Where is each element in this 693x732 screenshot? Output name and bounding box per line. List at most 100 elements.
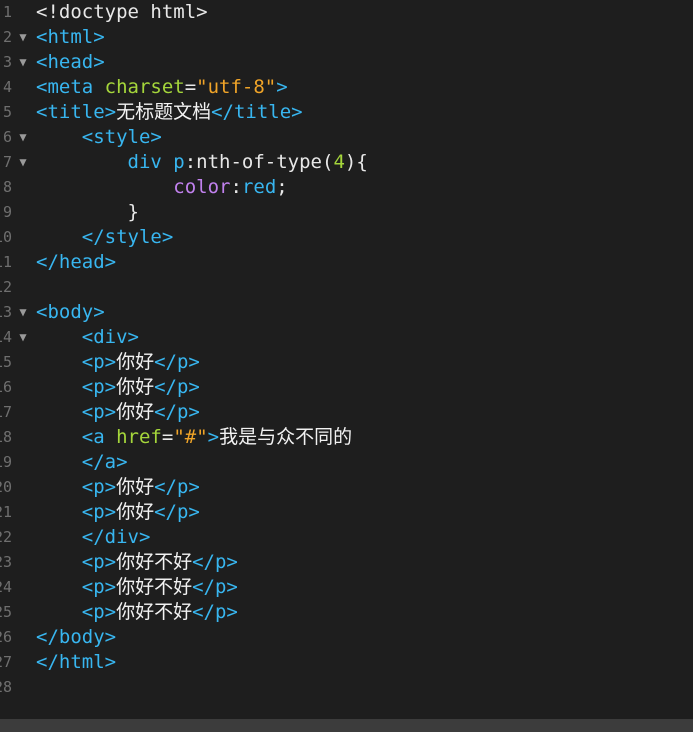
line-number: 21 [0,503,12,521]
code-lines[interactable]: 1 <!doctype html> 2 ▼ <html> 3 ▼ <head> 4 <meta c… [0,0,693,700]
line-number-gutter: 16 [0,375,14,400]
code-token-cjk: 无标题文档 [116,101,212,123]
code-line[interactable]: 19 </a> [0,450,693,475]
fold-arrow-icon[interactable]: ▼ [14,325,32,350]
code-token-tag: > [207,426,220,448]
code-token-tag: </body> [36,626,117,648]
code-token-cjk: 你好不好 [116,601,193,623]
line-number: 15 [0,353,12,371]
code-token-tag: <p> [81,601,117,623]
code-line[interactable]: 22 </div> [0,525,693,550]
code-text: <meta charset="utf-8"> [36,75,288,100]
code-line[interactable]: 15 <p>你好</p> [0,350,693,375]
code-line[interactable]: 4 <meta charset="utf-8"> [0,75,693,100]
code-line[interactable]: 11 </head> [0,250,693,275]
code-line[interactable]: 3 ▼ <head> [0,50,693,75]
code-text: </html> [36,650,116,675]
code-line[interactable]: 5 <title>无标题文档</title> [0,100,693,125]
code-line[interactable]: 2 ▼ <html> [0,25,693,50]
horizontal-scrollbar[interactable] [0,719,693,732]
line-number-gutter: 9 [0,200,14,225]
code-token-attr: charset [104,76,185,98]
code-line[interactable]: 18 <a href="#">我是与众不同的 [0,425,693,450]
line-number: 26 [0,628,12,646]
fold-arrow-icon[interactable]: ▼ [14,50,32,75]
code-text: <div> [36,325,139,350]
code-text: <p>你好不好</p> [36,550,238,575]
code-token-sel: div p [127,151,185,173]
code-line[interactable]: 26 </body> [0,625,693,650]
code-token-tag: <p> [81,501,117,523]
code-token-tag: > [276,76,288,98]
line-number-gutter: 4 [0,75,14,100]
code-line[interactable]: 21 <p>你好</p> [0,500,693,525]
line-number-gutter: 21 [0,500,14,525]
line-number: 8 [2,178,12,196]
code-token-tag: </p> [154,351,200,373]
code-line[interactable]: 16 <p>你好</p> [0,375,693,400]
code-line[interactable]: 14▼ <div> [0,325,693,350]
line-number: 1 [2,3,12,21]
line-number: 24 [0,578,12,596]
code-token-text: ; [276,176,288,198]
line-number-gutter: 23 [0,550,14,575]
fold-arrow-icon[interactable]: ▼ [14,300,32,325]
code-token-text: } [36,201,139,223]
line-number-gutter: 25 [0,600,14,625]
code-line[interactable]: 24 <p>你好不好</p> [0,575,693,600]
line-number: 13 [0,303,12,321]
code-token-cjk: 你好 [116,351,155,373]
code-text: <p>你好不好</p> [36,575,238,600]
code-token-num: 4 [333,151,345,173]
fold-arrow-icon[interactable]: ▼ [14,125,32,150]
line-number-gutter: 13 [0,300,14,325]
code-line[interactable]: 6 ▼ <style> [0,125,693,150]
line-number-gutter: 3 [0,50,14,75]
line-number-gutter: 24 [0,575,14,600]
code-text: <p>你好</p> [36,400,200,425]
code-line[interactable]: 8 color:red; [0,175,693,200]
code-line[interactable]: 25 <p>你好不好</p> [0,600,693,625]
code-token-tag: <p> [81,576,117,598]
code-token-tag: </html> [36,651,117,673]
code-line[interactable]: 12 [0,275,693,300]
code-line[interactable]: 28 [0,675,693,700]
code-token-cjk: 你好 [116,376,155,398]
code-editor[interactable]: 1 <!doctype html> 2 ▼ <html> 3 ▼ <head> 4 <meta c… [0,0,693,732]
line-number: 4 [2,78,12,96]
fold-arrow-icon[interactable]: ▼ [14,150,32,175]
code-token-tag: <p> [81,376,117,398]
code-line[interactable]: 23 <p>你好不好</p> [0,550,693,575]
code-line[interactable]: 9 } [0,200,693,225]
code-line[interactable]: 20 <p>你好</p> [0,475,693,500]
code-line[interactable]: 7 ▼ div p:nth-of-type(4){ [0,150,693,175]
line-number-gutter: 2 [0,25,14,50]
code-line[interactable]: 27 </html> [0,650,693,675]
code-token-text: <!doctype html> [36,1,208,23]
code-line[interactable]: 10 </style> [0,225,693,250]
code-line[interactable]: 13▼<body> [0,300,693,325]
code-token-tag: <div> [81,326,139,348]
line-number: 7 [2,153,12,171]
line-number-gutter: 1 [0,0,14,25]
code-line[interactable]: 17 <p>你好</p> [0,400,693,425]
code-token-tag: </p> [154,501,200,523]
code-text: <html> [36,25,105,50]
line-number-gutter: 14 [0,325,14,350]
fold-arrow-icon[interactable]: ▼ [14,25,32,50]
code-token-text: ){ [344,151,368,173]
code-text: <p>你好不好</p> [36,600,238,625]
code-token-tag: </p> [192,551,238,573]
code-line[interactable]: 1 <!doctype html> [0,0,693,25]
code-token-val: red [241,176,277,198]
code-token-text: : [230,176,242,198]
code-text: <p>你好</p> [36,500,200,525]
